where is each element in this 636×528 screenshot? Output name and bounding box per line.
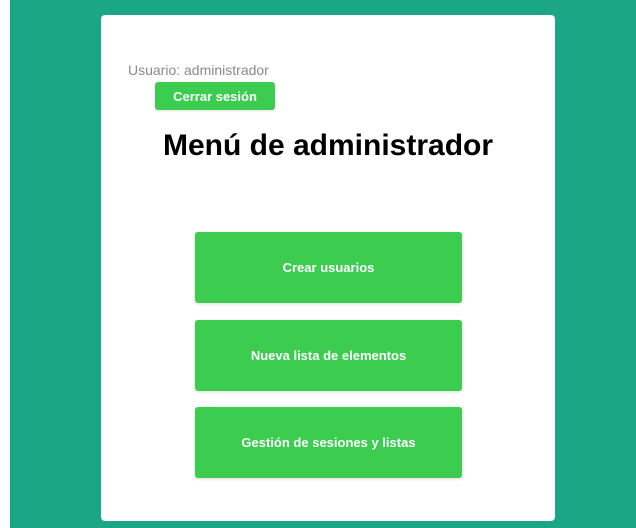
admin-menu-card: Usuario: administrador Cerrar sesión Men… [101, 15, 555, 521]
user-label: Usuario: administrador [128, 62, 269, 78]
new-item-list-button[interactable]: Nueva lista de elementos [195, 320, 462, 391]
manage-sessions-lists-button[interactable]: Gestión de sesiones y listas [195, 407, 462, 478]
page-title: Menú de administrador [162, 129, 494, 162]
logout-button[interactable]: Cerrar sesión [155, 82, 275, 110]
create-users-button[interactable]: Crear usuarios [195, 232, 462, 303]
